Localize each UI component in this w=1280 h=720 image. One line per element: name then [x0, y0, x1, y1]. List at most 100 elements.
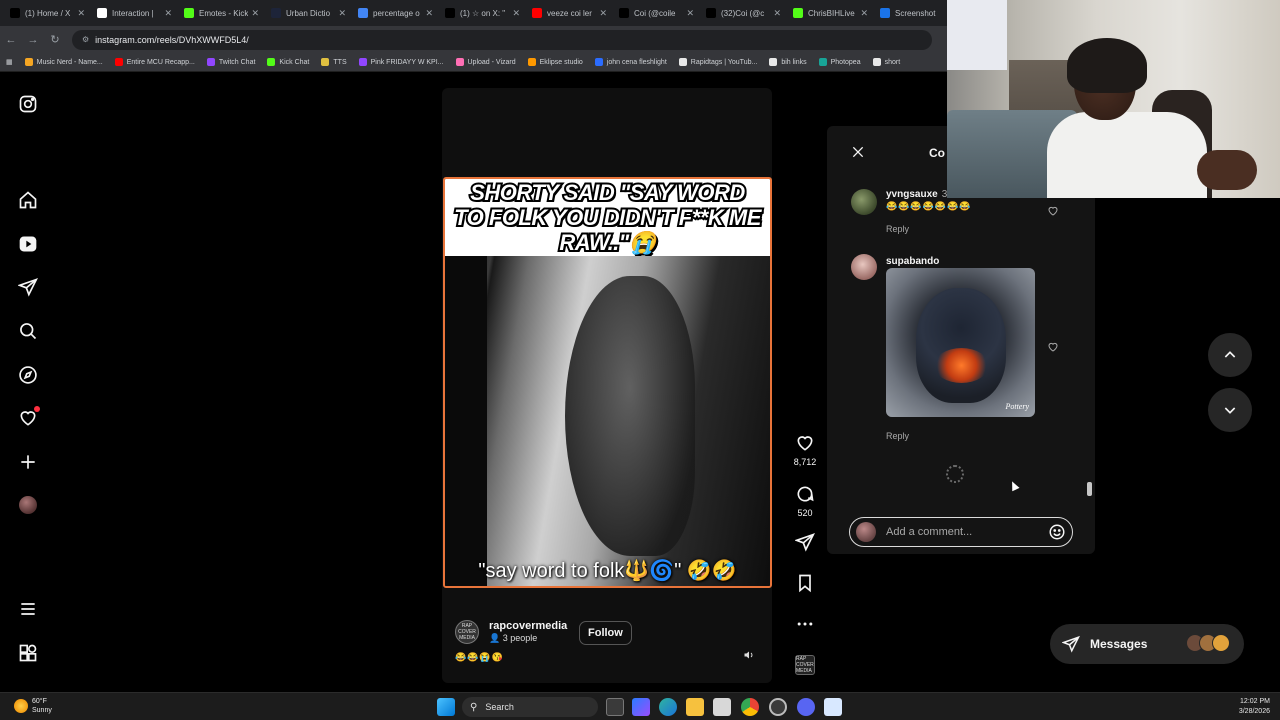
kick-icon [184, 8, 194, 18]
close-tab-icon[interactable]: ✕ [512, 8, 520, 19]
browser-tab-label: Emotes - Kick [199, 8, 249, 18]
site-info-icon[interactable]: ⚙ [82, 35, 89, 44]
bookmark-item[interactable]: Entire MCU Recapp... [114, 58, 195, 66]
author-avatar[interactable]: RAP COVER MEDIA [455, 620, 479, 644]
file-explorer-icon[interactable] [686, 698, 704, 716]
weather-widget[interactable]: 60°F Sunny [14, 697, 52, 715]
browser-tab[interactable]: (1) Home / X ✕ [4, 0, 91, 26]
browser-tab[interactable]: (1) ☆ on X: " ✕ [439, 0, 526, 26]
emoji-picker-icon[interactable] [1048, 523, 1066, 541]
start-windows-icon[interactable] [437, 698, 455, 716]
browser-tab[interactable]: percentage o ✕ [352, 0, 439, 26]
browser-tab[interactable]: (32)Coi (@c ✕ [700, 0, 787, 26]
comment-like-icon[interactable] [1047, 204, 1059, 216]
audio-thumbnail[interactable]: RAP COVER MEDIA [795, 655, 815, 675]
bookmark-item[interactable]: TTS [321, 58, 347, 66]
browser-tab-label: (32)Coi (@c [721, 8, 765, 18]
comment-gif-image[interactable]: Pottery [886, 268, 1035, 417]
comment-avatar[interactable] [851, 189, 877, 215]
url-field[interactable]: ⚙ instagram.com/reels/DVhXWWFD5L4/ [72, 29, 932, 50]
back-icon[interactable]: ← [0, 34, 22, 46]
apps-icon[interactable]: ▦ [6, 58, 13, 66]
clock-date: 3/28/2026 [1238, 708, 1270, 715]
webcam-window [947, 0, 1007, 70]
close-comments-icon[interactable] [850, 144, 866, 160]
video-subject [565, 276, 695, 556]
profile-avatar[interactable] [19, 496, 37, 514]
home-icon[interactable] [18, 190, 38, 210]
obs-icon[interactable] [769, 698, 787, 716]
close-tab-icon[interactable]: ✕ [599, 8, 607, 19]
notepad-icon[interactable] [824, 698, 842, 716]
reload-icon[interactable]: ↻ [44, 33, 66, 46]
reel-video[interactable]: SHORTY SAID "SAY WORD TO FOLK YOU DIDN'T… [443, 177, 772, 588]
follow-button[interactable]: Follow [579, 621, 632, 645]
browser-tab[interactable]: Urban Dictio ✕ [265, 0, 352, 26]
reels-icon[interactable] [18, 234, 38, 254]
close-tab-icon[interactable]: ✕ [77, 8, 85, 19]
forward-icon[interactable]: → [22, 34, 44, 46]
messages-button[interactable]: Messages [1050, 624, 1244, 664]
browser-tab[interactable]: Coi (@coile ✕ [613, 0, 700, 26]
system-clock[interactable]: 12:02 PM 3/28/2026 [1239, 697, 1270, 717]
comment-input[interactable]: Add a comment... [849, 517, 1073, 547]
task-view-icon[interactable] [606, 698, 624, 716]
comment-placeholder[interactable]: Add a comment... [886, 526, 1048, 538]
save-button[interactable] [790, 573, 820, 593]
direct-send-icon[interactable] [18, 277, 38, 297]
also-from-meta-icon[interactable] [18, 643, 38, 663]
comment-button[interactable]: 520 [790, 484, 820, 518]
more-options-button[interactable] [790, 614, 820, 634]
chrome-icon[interactable] [741, 698, 759, 716]
bookmark-item[interactable]: short [872, 58, 900, 66]
like-button[interactable]: 8,712 [790, 433, 820, 467]
browser-tab[interactable]: Interaction | ✕ [91, 0, 178, 26]
comment-username[interactable]: yvngsauxe3w [886, 189, 955, 200]
comment-avatar[interactable] [851, 254, 877, 280]
bookmark-item[interactable]: bih links [769, 58, 807, 66]
close-tab-icon[interactable]: ✕ [338, 8, 346, 19]
close-tab-icon[interactable]: ✕ [773, 8, 781, 19]
store-icon[interactable] [713, 698, 731, 716]
previous-reel-button[interactable] [1208, 333, 1252, 377]
reply-link[interactable]: Reply [886, 431, 909, 441]
search-icon[interactable] [18, 321, 38, 341]
explore-compass-icon[interactable] [18, 365, 38, 385]
close-tab-icon[interactable]: ✕ [860, 8, 868, 19]
bookmark-item[interactable]: Photopea [818, 58, 861, 66]
browser-tab[interactable]: veeze coi ler ✕ [526, 0, 613, 26]
close-tab-icon[interactable]: ✕ [251, 8, 259, 19]
bookmark-label: Rapidtags | YouTub... [690, 58, 758, 66]
reply-link[interactable]: Reply [886, 224, 909, 234]
bookmark-item[interactable]: Upload - Vizard [455, 58, 516, 66]
username-text[interactable]: yvngsauxe [886, 189, 938, 200]
bookmark-item[interactable]: Rapidtags | YouTub... [678, 58, 758, 66]
bookmark-item[interactable]: Twitch Chat [206, 58, 255, 66]
bookmark-item[interactable]: Pink FRIDAYY W KPI... [358, 58, 444, 66]
bookmark-item[interactable]: john cena fleshlight [594, 58, 667, 66]
taskbar-search[interactable]: ⚲ Search [462, 697, 598, 717]
comments-scrollbar[interactable] [1087, 482, 1092, 496]
bookmark-item[interactable]: Kick Chat [267, 58, 309, 66]
bookmark-item[interactable]: Eklipse studio [527, 58, 583, 66]
edge-browser-icon[interactable] [659, 698, 677, 716]
browser-tab[interactable]: Emotes - Kick ✕ [178, 0, 265, 26]
author-username[interactable]: rapcovermedia [489, 620, 567, 632]
close-tab-icon[interactable]: ✕ [686, 8, 694, 19]
bookmark-favicon-icon [818, 58, 827, 66]
volume-icon[interactable] [743, 648, 755, 660]
share-button[interactable] [790, 532, 820, 552]
notifications-heart-icon[interactable] [18, 406, 40, 428]
comment-username[interactable]: supabando [886, 256, 939, 267]
discord-icon[interactable] [797, 698, 815, 716]
close-tab-icon[interactable]: ✕ [425, 8, 433, 19]
browser-tab[interactable]: ChrisBIHLive ✕ [787, 0, 874, 26]
next-reel-button[interactable] [1208, 388, 1252, 432]
instagram-logo-icon[interactable] [18, 94, 38, 114]
bookmark-item[interactable]: Music Nerd - Name... [24, 58, 103, 66]
comment-like-icon[interactable] [1047, 340, 1059, 352]
close-tab-icon[interactable]: ✕ [164, 8, 172, 19]
create-plus-icon[interactable] [18, 452, 38, 472]
more-menu-icon[interactable] [18, 599, 38, 619]
copilot-icon[interactable] [632, 698, 650, 716]
